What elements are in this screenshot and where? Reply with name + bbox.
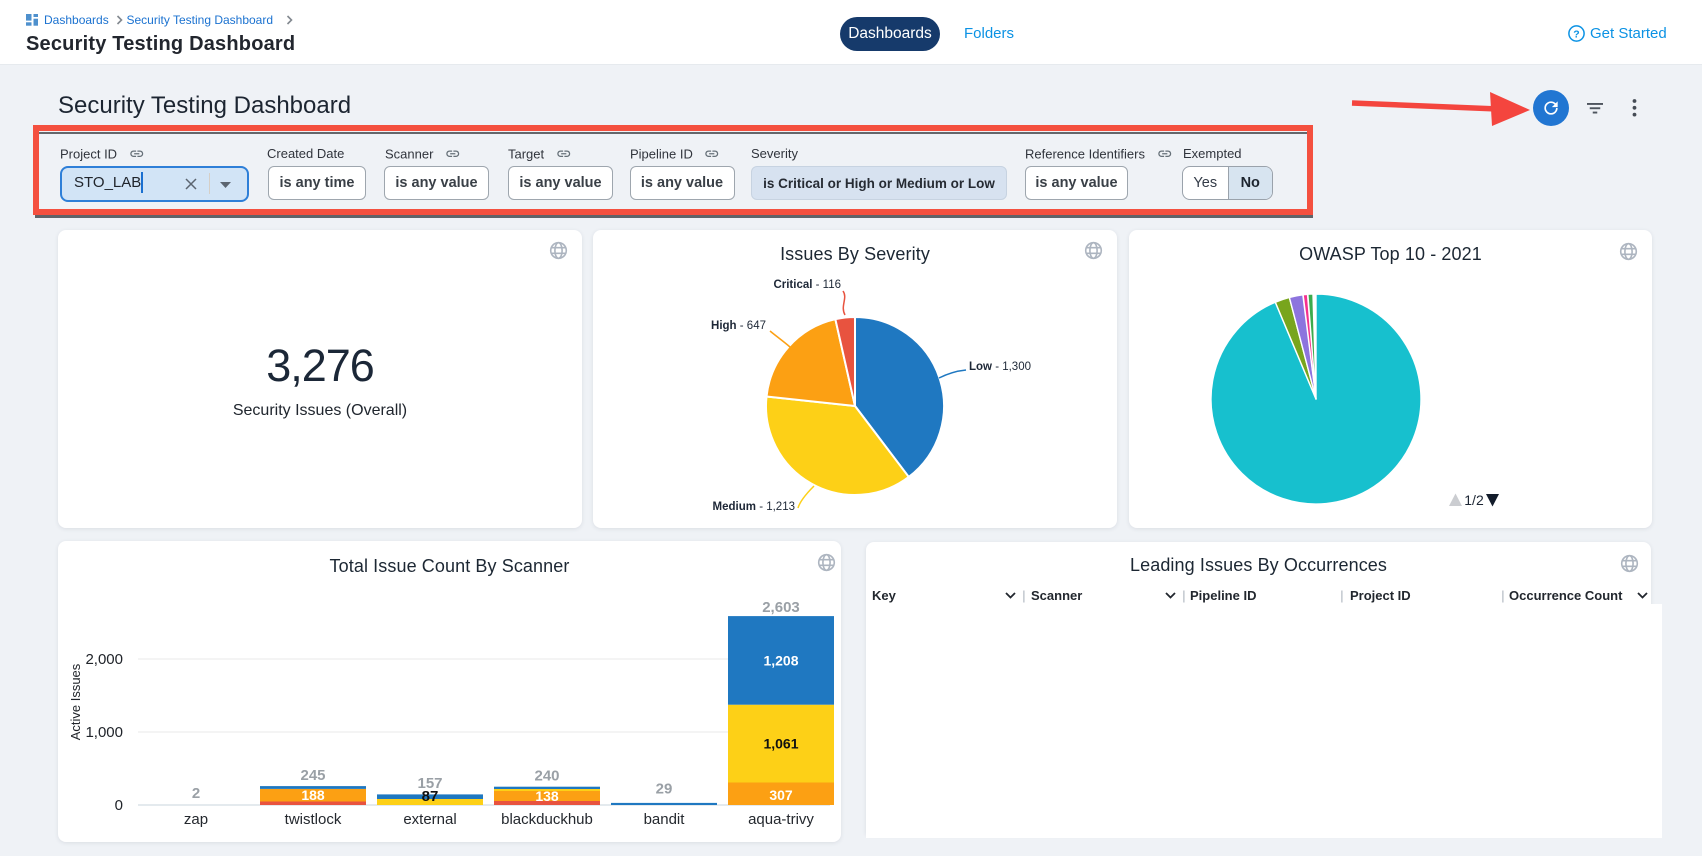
svg-text:1,000: 1,000 (85, 724, 123, 741)
svg-text:307: 307 (769, 787, 793, 803)
svg-text:external: external (403, 811, 456, 828)
svg-text:1,208: 1,208 (763, 652, 798, 668)
svg-text:Low - 1,300: Low - 1,300 (969, 361, 1031, 373)
svg-text:twistlock: twistlock (285, 811, 342, 828)
svg-text:Critical - 116: Critical - 116 (773, 279, 841, 291)
svg-text:2,603: 2,603 (762, 599, 800, 616)
svg-text:0: 0 (115, 797, 123, 814)
svg-text:zap: zap (184, 811, 208, 828)
svg-text:2: 2 (192, 785, 200, 802)
svg-text:87: 87 (422, 788, 439, 805)
svg-text:138: 138 (535, 788, 559, 804)
svg-text:240: 240 (534, 767, 559, 784)
svg-text:29: 29 (656, 780, 673, 797)
svg-text:2,000: 2,000 (85, 651, 123, 668)
svg-text:Medium - 1,213: Medium - 1,213 (713, 501, 795, 513)
svg-text:245: 245 (300, 767, 325, 784)
svg-text:?: ? (1573, 28, 1579, 40)
svg-text:bandit: bandit (644, 811, 686, 828)
svg-text:188: 188 (301, 787, 325, 803)
svg-text:blackduckhub: blackduckhub (501, 811, 593, 828)
svg-text:Active Issues: Active Issues (68, 663, 83, 740)
svg-text:1/2: 1/2 (1464, 493, 1484, 507)
svg-text:High - 647: High - 647 (711, 320, 766, 332)
svg-text:aqua-trivy: aqua-trivy (748, 811, 814, 828)
svg-text:1,061: 1,061 (763, 736, 798, 752)
